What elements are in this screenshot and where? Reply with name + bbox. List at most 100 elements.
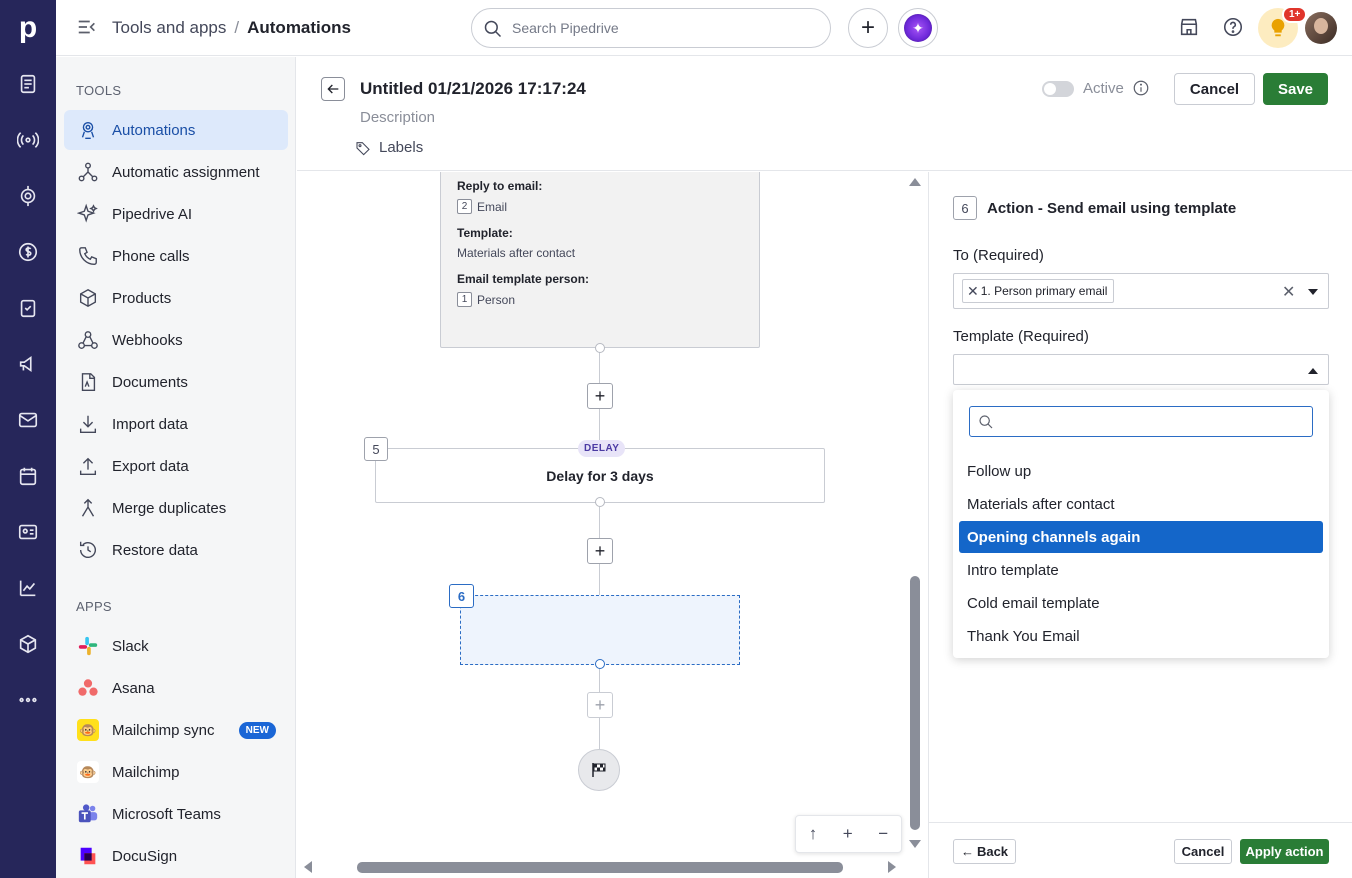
template-search-input[interactable]	[969, 406, 1313, 437]
deals-icon[interactable]	[14, 126, 42, 154]
scroll-up-arrow[interactable]	[909, 178, 921, 186]
zoom-out-button[interactable]: −	[878, 824, 888, 844]
labels-button[interactable]: Labels	[355, 139, 423, 156]
sidebar-item-automations[interactable]: Automations	[64, 110, 288, 150]
back-button[interactable]: ← Back	[953, 839, 1016, 864]
cancel-button[interactable]: Cancel	[1174, 73, 1255, 105]
info-icon[interactable]	[1132, 79, 1150, 97]
global-search-input[interactable]: Search Pipedrive	[471, 8, 831, 48]
scroll-thumb[interactable]	[357, 862, 843, 873]
sidebar-item-automatic-assignment[interactable]: Automatic assignment	[64, 152, 288, 192]
pipedrive-logo[interactable]: p	[0, 0, 56, 56]
sidebar-item-docusign[interactable]: DocuSign	[64, 836, 288, 876]
marketplace-icon[interactable]	[1178, 16, 1202, 40]
clear-icon[interactable]: ✕	[1282, 282, 1295, 302]
sparkle-icon	[76, 202, 100, 226]
asana-icon	[76, 676, 100, 700]
tips-button[interactable]: 1+	[1258, 6, 1308, 48]
activities-icon[interactable]	[14, 294, 42, 322]
breadcrumb-current: Automations	[247, 18, 351, 37]
sidebar-item-restore-data[interactable]: Restore data	[64, 530, 288, 570]
sidebar-item-mailchimp-sync[interactable]: 🐵 Mailchimp sync NEW	[64, 710, 288, 750]
step-number-6: 6	[449, 584, 474, 608]
scroll-left-arrow[interactable]	[304, 861, 312, 873]
template-option-materials-after-contact[interactable]: Materials after contact	[959, 488, 1323, 520]
new-action-placeholder[interactable]	[460, 595, 740, 665]
contacts-icon[interactable]	[14, 518, 42, 546]
previous-step-card[interactable]: Reply to email: 2 Email Template: Materia…	[440, 172, 760, 348]
sidebar-item-webhooks[interactable]: Webhooks	[64, 320, 288, 360]
email-template-person-value: 1 Person	[457, 292, 743, 307]
user-avatar[interactable]	[1305, 12, 1337, 44]
workflow-canvas[interactable]: Reply to email: 2 Email Template: Materia…	[297, 172, 927, 878]
phone-icon	[76, 244, 100, 268]
labels-text: Labels	[379, 139, 424, 156]
scroll-down-arrow[interactable]	[909, 840, 921, 848]
help-icon[interactable]	[1222, 16, 1246, 40]
automation-title[interactable]: Untitled 01/21/2026 17:17:24	[360, 79, 586, 99]
slack-icon	[76, 634, 100, 658]
add-step-button[interactable]: +	[587, 692, 613, 718]
description-field[interactable]: Description	[360, 109, 435, 126]
remove-chip-icon[interactable]: ✕	[967, 283, 979, 300]
app-rail: p	[0, 0, 56, 878]
template-option-opening-channels-again[interactable]: Opening channels again	[959, 521, 1323, 553]
add-step-button[interactable]: +	[587, 383, 613, 409]
connector-dot	[595, 659, 605, 669]
ai-assistant-button[interactable]: ✦	[898, 8, 938, 48]
leads-icon[interactable]	[14, 70, 42, 98]
automation-icon	[76, 118, 100, 142]
sidebar-item-asana[interactable]: Asana	[64, 668, 288, 708]
money-icon[interactable]	[14, 238, 42, 266]
chevron-up-icon[interactable]	[1308, 368, 1318, 374]
breadcrumb-parent[interactable]: Tools and apps	[112, 18, 226, 38]
zoom-controls: ↑ + −	[795, 815, 902, 853]
recipient-chip[interactable]: ✕ 1. Person primary email	[962, 279, 1115, 303]
calendar-icon[interactable]	[14, 462, 42, 490]
search-icon	[979, 415, 993, 429]
sidebar-item-export-data[interactable]: Export data	[64, 446, 288, 486]
template-option-thank-you-email[interactable]: Thank You Email	[959, 620, 1323, 652]
add-step-button[interactable]: +	[587, 538, 613, 564]
more-icon[interactable]	[14, 686, 42, 714]
sidebar-item-label: Microsoft Teams	[112, 805, 221, 823]
template-select[interactable]	[953, 354, 1329, 385]
insights-icon[interactable]	[14, 574, 42, 602]
sidebar-item-pipedrive-ai[interactable]: Pipedrive AI	[64, 194, 288, 234]
products-icon[interactable]	[14, 630, 42, 658]
projects-icon[interactable]	[14, 182, 42, 210]
template-option-cold-email-template[interactable]: Cold email template	[959, 587, 1323, 619]
active-toggle[interactable]	[1042, 81, 1074, 97]
sidebar-item-products[interactable]: Products	[64, 278, 288, 318]
panel-cancel-button[interactable]: Cancel	[1174, 839, 1232, 864]
template-option-intro-template[interactable]: Intro template	[959, 554, 1323, 586]
sidebar-item-documents[interactable]: Documents	[64, 362, 288, 402]
horizontal-scrollbar[interactable]	[297, 858, 906, 878]
chevron-down-icon[interactable]	[1308, 289, 1318, 295]
sidebar-item-import-data[interactable]: Import data	[64, 404, 288, 444]
collapse-menu-icon[interactable]	[76, 16, 100, 40]
zoom-in-button[interactable]: +	[843, 824, 853, 844]
save-button[interactable]: Save	[1263, 73, 1328, 105]
download-icon	[76, 412, 100, 436]
vertical-scrollbar[interactable]	[906, 172, 924, 858]
breadcrumb-separator: /	[234, 18, 240, 37]
sidebar-item-label: Phone calls	[112, 247, 190, 265]
back-arrow-button[interactable]	[321, 77, 345, 101]
sidebar-item-phone-calls[interactable]: Phone calls	[64, 236, 288, 276]
template-option-follow-up[interactable]: Follow up	[959, 455, 1323, 487]
apply-action-button[interactable]: Apply action	[1240, 839, 1329, 864]
scroll-right-arrow[interactable]	[888, 861, 896, 873]
sidebar-item-slack[interactable]: Slack	[64, 626, 288, 666]
mail-icon[interactable]	[14, 406, 42, 434]
panel-footer: ← Back Cancel Apply action	[929, 822, 1352, 878]
scroll-thumb[interactable]	[910, 576, 920, 830]
sidebar-item-merge-duplicates[interactable]: Merge duplicates	[64, 488, 288, 528]
quick-add-button[interactable]: +	[848, 8, 888, 48]
sidebar-item-mailchimp[interactable]: 🐵 Mailchimp	[64, 752, 288, 792]
fit-up-button[interactable]: ↑	[809, 824, 818, 844]
step-ref-number: 2	[457, 199, 472, 214]
sidebar-item-microsoft-teams[interactable]: Microsoft Teams	[64, 794, 288, 834]
campaigns-icon[interactable]	[14, 350, 42, 378]
to-select[interactable]: ✕ 1. Person primary email ✕	[953, 273, 1329, 309]
